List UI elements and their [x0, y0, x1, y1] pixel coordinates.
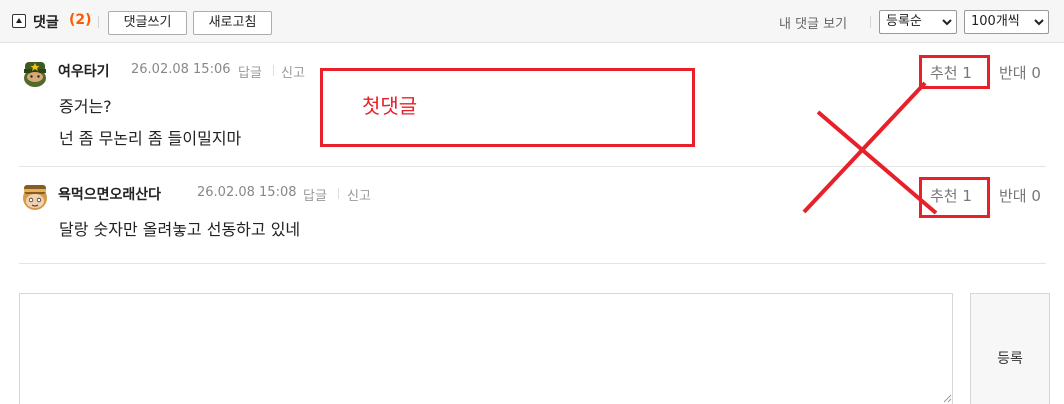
- annotation-cross-icon: [802, 81, 938, 215]
